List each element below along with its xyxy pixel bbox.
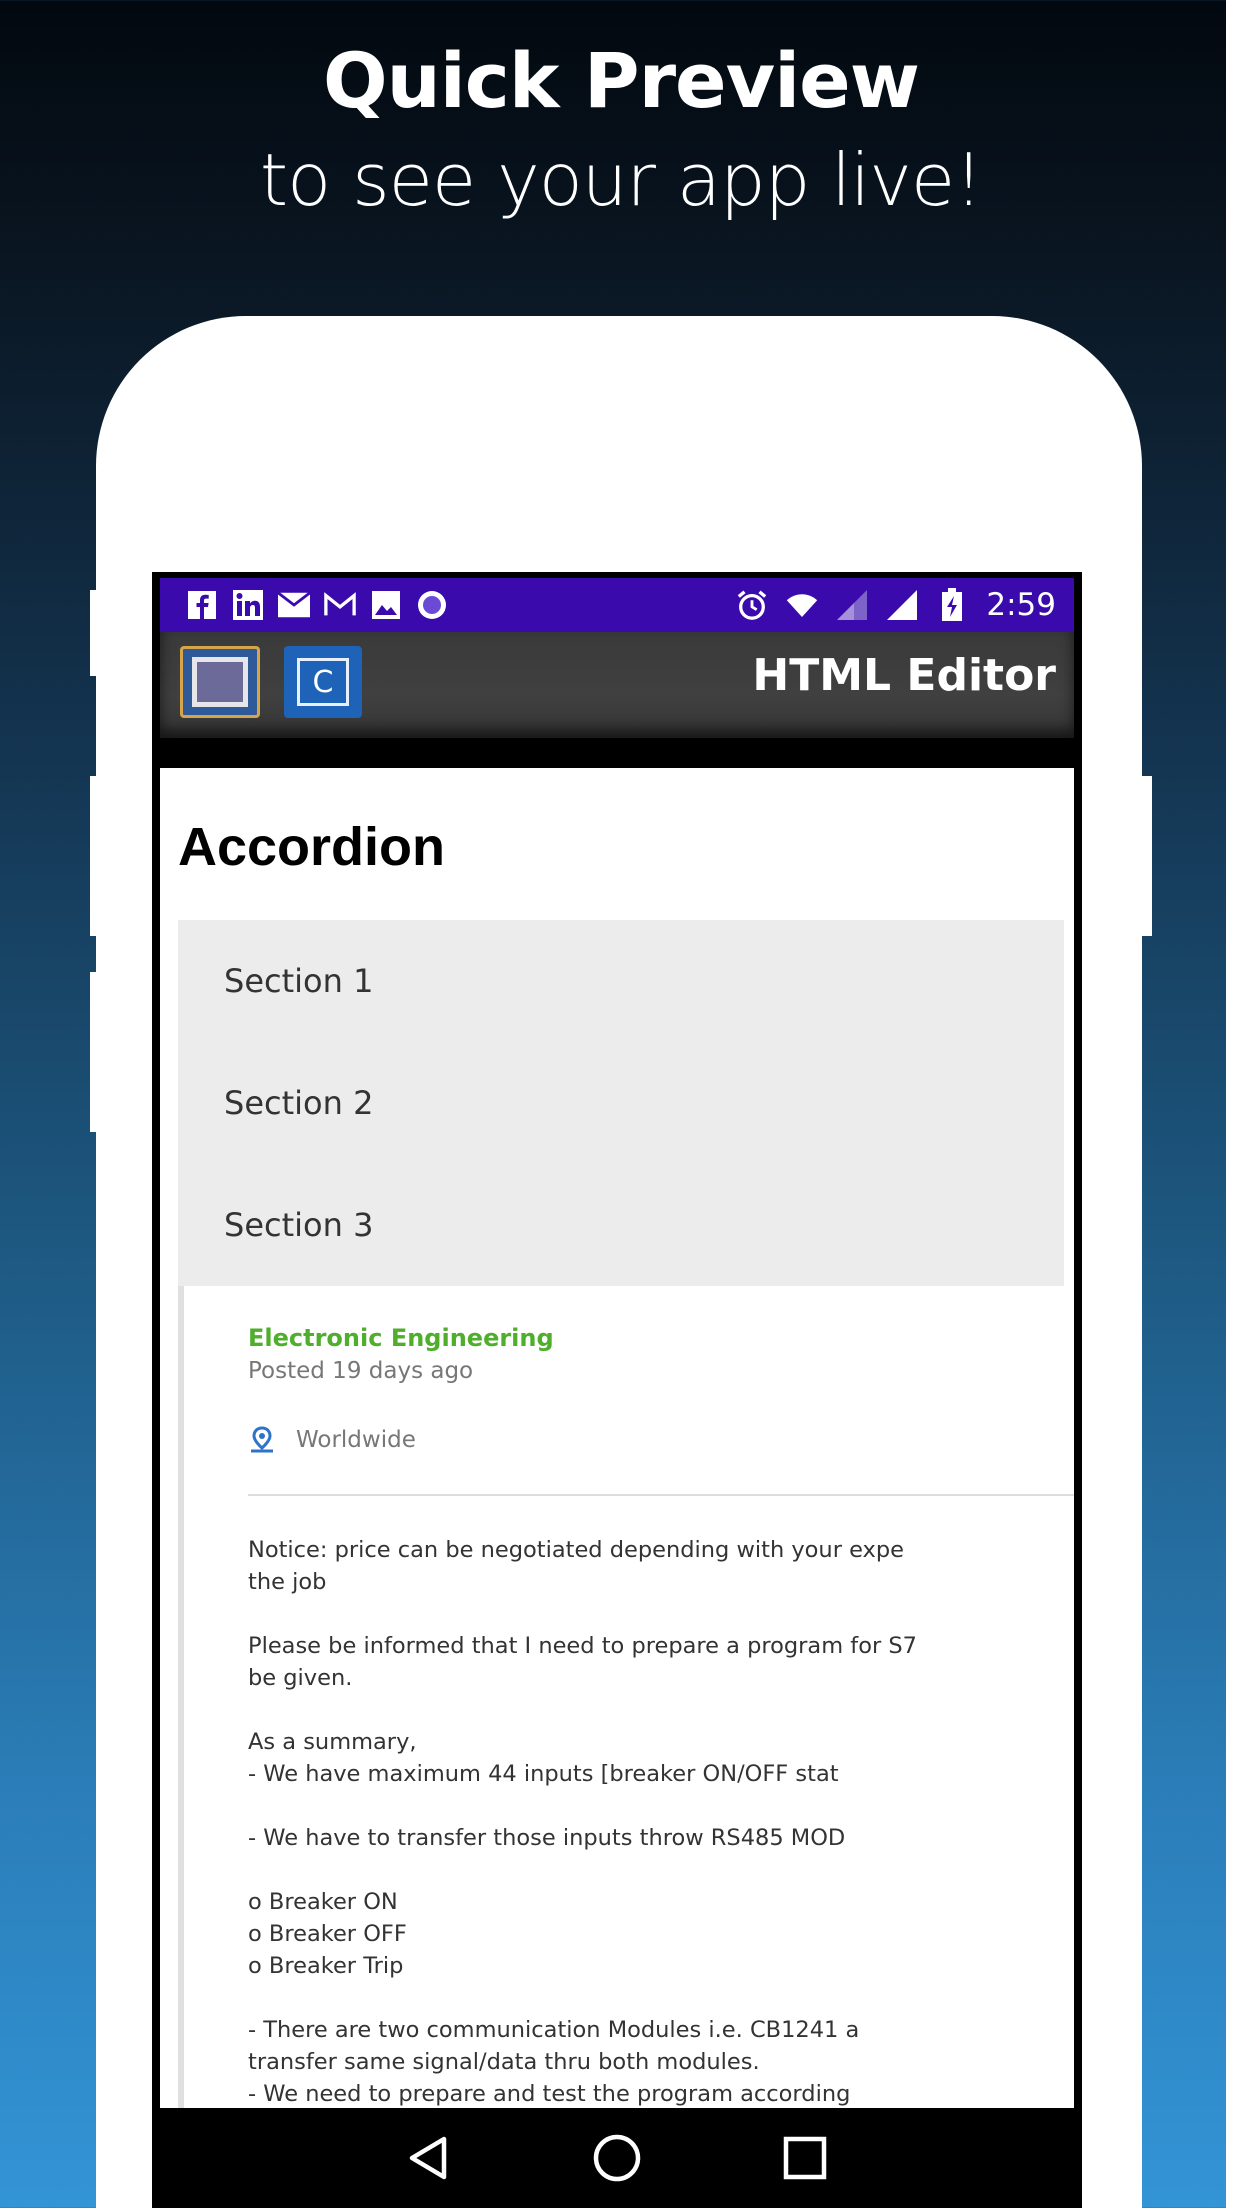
location-pin-icon xyxy=(251,1426,273,1453)
facebook-icon xyxy=(186,589,218,621)
promo-title: Quick Preview xyxy=(323,36,920,125)
code-icon: C xyxy=(297,658,349,706)
accordion: Section 1 Section 2 Section 3 xyxy=(178,920,1064,1286)
description-line: o Breaker Trip xyxy=(248,1953,404,1979)
preview-button[interactable] xyxy=(180,646,260,718)
job-posted-date: Posted 19 days ago xyxy=(248,1358,474,1384)
description-line: be given. xyxy=(248,1665,353,1691)
description-line xyxy=(248,1694,1074,1726)
signal-icon xyxy=(886,589,918,621)
image-icon xyxy=(370,589,402,621)
recents-button[interactable] xyxy=(770,2123,840,2193)
app-title: HTML Editor xyxy=(752,650,1056,701)
phone-screen: 2:59 C HTML Editor Accordion Section 1 S… xyxy=(152,572,1082,2208)
description-line: Notice: price can be negotiated dependin… xyxy=(248,1537,904,1563)
gmail-icon xyxy=(324,589,356,621)
linkedin-icon xyxy=(232,589,264,621)
back-triangle-icon xyxy=(409,2136,447,2180)
description-line: the job xyxy=(248,1569,327,1595)
description-line xyxy=(248,1790,1074,1822)
record-icon xyxy=(416,589,448,621)
description-line xyxy=(248,1982,1074,2014)
description-line: - We have to transfer those inputs throw… xyxy=(248,1825,846,1851)
job-location-text: Worldwide xyxy=(296,1427,416,1453)
description-line: - There are two communication Modules i.… xyxy=(248,2017,860,2043)
home-circle-icon xyxy=(593,2134,641,2182)
square-icon xyxy=(192,657,248,707)
edge-strip xyxy=(1226,0,1242,2208)
accordion-section-2[interactable]: Section 2 xyxy=(178,1042,1064,1164)
description-line xyxy=(248,1598,1074,1630)
signal-icon xyxy=(836,589,868,621)
wifi-icon xyxy=(786,589,818,621)
page-title: Accordion xyxy=(178,817,446,877)
description-line: As a summary, xyxy=(248,1729,417,1755)
description-line: o Breaker ON xyxy=(248,1889,398,1915)
alarm-icon xyxy=(736,589,768,621)
email-icon xyxy=(278,589,310,621)
battery-icon xyxy=(936,588,968,621)
recents-square-icon xyxy=(783,2136,827,2180)
job-location: Worldwide xyxy=(248,1426,416,1454)
description-line xyxy=(248,1854,1074,1886)
description-line: transfer same signal/data thru both modu… xyxy=(248,2049,760,2075)
divider xyxy=(248,1494,1074,1496)
accordion-section-1[interactable]: Section 1 xyxy=(178,920,1064,1042)
webview-content[interactable]: Accordion Section 1 Section 2 Section 3 … xyxy=(160,768,1074,2108)
job-description: Notice: price can be negotiated dependin… xyxy=(248,1534,1074,2108)
description-line: Please be informed that I need to prepar… xyxy=(248,1633,917,1659)
description-line: o Breaker OFF xyxy=(248,1921,407,1947)
accordion-panel: Electronic Engineering Posted 19 days ag… xyxy=(178,1286,1074,2108)
promo-subtitle: to see your app live! xyxy=(259,138,983,222)
description-line: - We have maximum 44 inputs [breaker ON/… xyxy=(248,1761,839,1787)
status-time: 2:59 xyxy=(986,587,1056,623)
android-nav-bar xyxy=(152,2108,1082,2208)
home-button[interactable] xyxy=(582,2123,652,2193)
job-category[interactable]: Electronic Engineering xyxy=(248,1324,554,1352)
accordion-section-3[interactable]: Section 3 xyxy=(178,1164,1064,1286)
description-line: - We need to prepare and test the progra… xyxy=(248,2081,851,2107)
back-button[interactable] xyxy=(394,2123,464,2193)
status-bar: 2:59 xyxy=(160,578,1074,632)
code-button[interactable]: C xyxy=(284,646,362,718)
app-toolbar: C HTML Editor xyxy=(160,632,1074,738)
